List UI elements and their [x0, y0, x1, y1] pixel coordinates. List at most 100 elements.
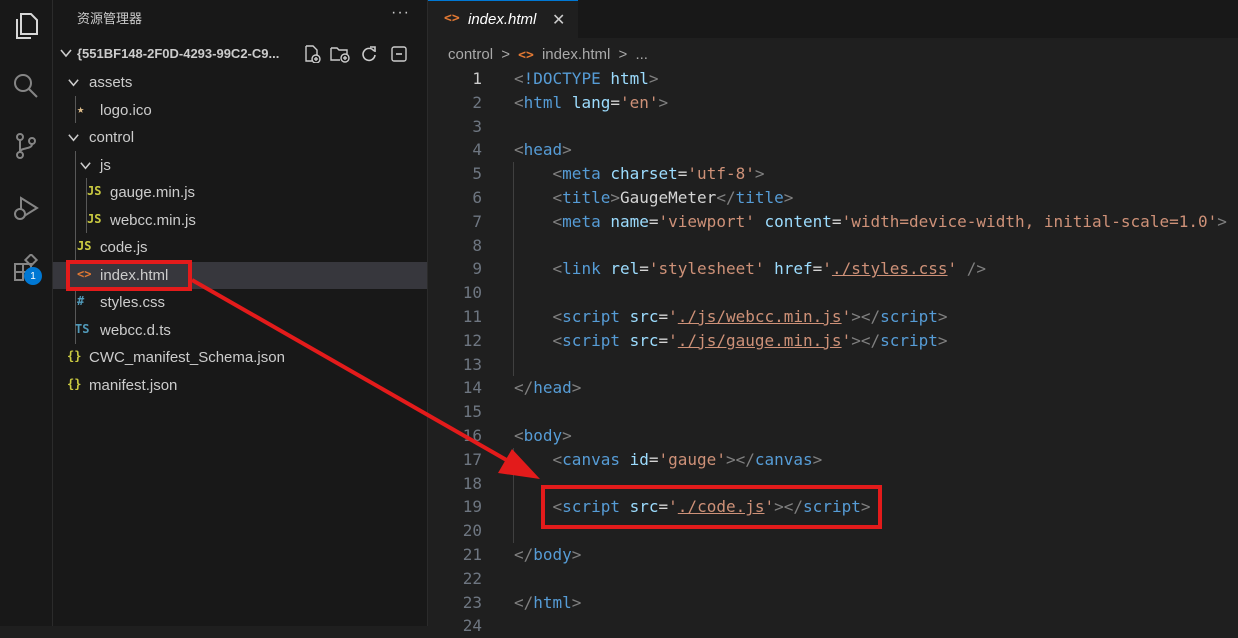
code-token: > — [571, 545, 582, 564]
workspace-root-label: {551BF148-2F0D-4293-99C2-C9... — [77, 46, 280, 61]
tree-file[interactable]: # styles.css — [53, 289, 427, 316]
js-file-icon: JS — [87, 184, 102, 198]
code-line[interactable]: 10 — [428, 281, 1238, 305]
more-actions-icon[interactable]: ··· — [391, 4, 410, 22]
code-token: ./styles.css — [831, 259, 948, 279]
search-icon[interactable] — [0, 68, 52, 104]
tab-index-html[interactable]: <> index.html ✕ — [428, 0, 578, 39]
code-token: 'width=device-width, initial-scale=1.0' — [841, 211, 1218, 231]
line-number: 11 — [462, 307, 482, 326]
tree-item-label: CWC_manifest_Schema.json — [89, 349, 285, 366]
source-control-icon[interactable] — [0, 128, 52, 164]
code-token: /> — [966, 259, 987, 279]
code-token: 'stylesheet' — [648, 259, 775, 279]
refresh-icon[interactable] — [358, 44, 380, 64]
code-token: </ — [716, 188, 736, 207]
tree-folder[interactable]: control — [53, 124, 427, 151]
tree-file[interactable]: JS gauge.min.js — [53, 179, 427, 206]
code-token: > — [812, 449, 823, 469]
line-number: 24 — [462, 616, 482, 636]
tree-folder[interactable]: js — [53, 152, 427, 179]
code-token: id — [629, 449, 649, 469]
code-token: ' — [947, 259, 967, 279]
json-file-icon: {} — [67, 349, 82, 363]
code-token: script — [562, 307, 630, 326]
code-line[interactable]: 8 — [428, 234, 1238, 258]
explorer-icon[interactable] — [0, 8, 52, 44]
collapse-all-icon[interactable] — [388, 44, 410, 64]
code-token: < — [552, 188, 563, 207]
code-line[interactable]: 21 </body> — [428, 543, 1238, 567]
code-token: ' — [668, 307, 678, 326]
code-token: link — [562, 259, 611, 279]
code-token: = — [610, 92, 620, 112]
code-text: <meta name='viewport' content='width=dev… — [514, 210, 1227, 234]
tree-folder[interactable]: assets — [53, 69, 427, 96]
tree-item-label: control — [89, 129, 135, 146]
code-line[interactable]: 9 <link rel='stylesheet' href='./styles.… — [428, 257, 1238, 281]
tree-file[interactable]: JS code.js — [53, 234, 427, 261]
code-token: ' — [668, 330, 678, 350]
tree-item-label: gauge.min.js — [110, 184, 196, 201]
code-line[interactable]: 15 — [428, 400, 1238, 424]
breadcrumb-item[interactable]: ... — [635, 46, 648, 63]
breadcrumb-item[interactable]: control — [448, 46, 493, 63]
breadcrumb-item[interactable]: index.html — [542, 46, 610, 63]
tree-file[interactable]: TS webcc.d.ts — [53, 317, 427, 344]
code-token: head — [523, 140, 563, 160]
annotation-box-index-html — [66, 260, 192, 291]
line-number: 16 — [462, 426, 482, 445]
code-token: </ — [514, 592, 534, 612]
code-token: < — [552, 164, 563, 184]
code-line[interactable]: 12 <script src='./js/gauge.min.js'></scr… — [428, 329, 1238, 353]
line-number: 3 — [472, 116, 482, 136]
tree-item-label: webcc.min.js — [110, 211, 196, 229]
code-line[interactable]: 13 — [428, 353, 1238, 377]
chevron-down-icon — [80, 161, 91, 169]
code-line[interactable]: 24 — [428, 614, 1238, 638]
tree-file[interactable]: {} CWC_manifest_Schema.json — [53, 344, 427, 371]
code-line[interactable]: 7 <meta name='viewport' content='width=d… — [428, 210, 1238, 234]
new-folder-icon[interactable] — [329, 44, 351, 64]
code-line[interactable]: 23 </html> — [428, 591, 1238, 615]
code-line[interactable]: 17 <canvas id='gauge'></canvas> — [428, 448, 1238, 472]
code-token: html — [610, 69, 649, 88]
tree-file[interactable]: JS webcc.min.js — [53, 207, 427, 234]
workspace-root-folder[interactable]: {551BF148-2F0D-4293-99C2-C9... — [53, 40, 427, 68]
code-token: > — [562, 140, 572, 160]
code-token: > — [610, 188, 620, 207]
line-number: 22 — [462, 568, 482, 588]
code-text: </head> — [514, 376, 581, 400]
code-line[interactable]: 5 <meta charset='utf-8'> — [428, 162, 1238, 186]
code-line[interactable]: 2 <html lang='en'> — [428, 91, 1238, 115]
chevron-down-icon — [60, 49, 72, 58]
code-token: = — [658, 307, 669, 326]
code-line[interactable]: 11 <script src='./js/webcc.min.js'></scr… — [428, 305, 1238, 329]
line-number: 23 — [462, 592, 482, 612]
line-number: 15 — [462, 402, 482, 422]
new-file-icon[interactable] — [301, 44, 323, 64]
tree-file[interactable]: ★ logo.ico — [53, 97, 427, 124]
code-token: href — [774, 259, 813, 279]
code-line[interactable]: 3 — [428, 115, 1238, 139]
line-number: 10 — [462, 283, 482, 303]
code-line[interactable]: 1 <!DOCTYPE html> — [428, 67, 1238, 91]
code-line[interactable]: 16 <body> — [428, 424, 1238, 448]
html-file-icon: <> — [518, 48, 534, 63]
code-token: html — [533, 592, 572, 612]
code-token: ./js/gauge.min.js — [677, 330, 842, 350]
tree-file[interactable]: {} manifest.json — [53, 372, 427, 399]
code-line[interactable]: 4 <head> — [428, 138, 1238, 162]
line-number: 12 — [462, 330, 482, 350]
close-icon[interactable]: ✕ — [552, 10, 565, 29]
code-line[interactable]: 22 — [428, 567, 1238, 591]
code-line[interactable]: 6 <title>GaugeMeter</title> — [428, 186, 1238, 210]
run-debug-icon[interactable] — [0, 190, 52, 226]
ts-file-icon: TS — [75, 321, 90, 336]
code-line[interactable]: 14 </head> — [428, 376, 1238, 400]
star-file-icon: ★ — [77, 101, 85, 116]
line-number: 2 — [472, 92, 482, 112]
code-token: < — [514, 140, 524, 160]
tree-item-label: js — [100, 156, 111, 174]
code-token: 'utf-8' — [687, 164, 755, 184]
